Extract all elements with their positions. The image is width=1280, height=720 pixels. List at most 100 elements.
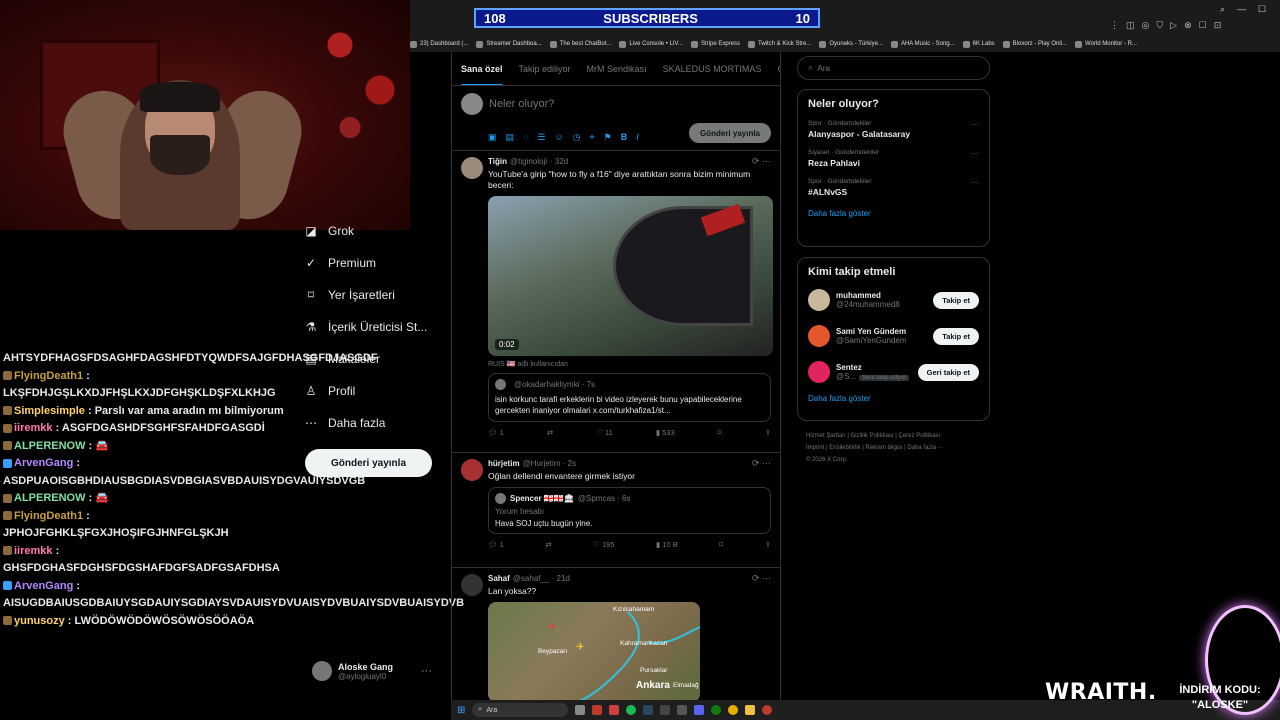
bookmark-icon[interactable]: ⌑ bbox=[719, 540, 723, 549]
bookmark-item[interactable]: Oyuneks - Türkiye... bbox=[819, 40, 883, 48]
taskbar-app-icon[interactable] bbox=[609, 705, 620, 715]
extension-icon[interactable]: ☐ bbox=[1199, 20, 1207, 31]
follow-button[interactable]: Geri takip et bbox=[917, 363, 979, 381]
views-button[interactable]: ▮ 533 bbox=[656, 428, 675, 437]
trend-item[interactable]: Spor · Gündemdekiler Alanyaspor - Galatas… bbox=[798, 114, 989, 143]
quoted-tweet[interactable]: @okadarhakliymki · 7s isin korkunc taraf… bbox=[488, 373, 771, 422]
tab[interactable]: Takip ediliyor bbox=[519, 64, 571, 74]
chat-username[interactable]: iiremkk bbox=[14, 545, 53, 557]
sidebar-item-profil[interactable]: ♙ Profil bbox=[304, 375, 449, 407]
footer-link[interactable]: Çerez Politikası bbox=[899, 433, 941, 439]
more-icon[interactable]: ⟳ ··· bbox=[752, 458, 771, 469]
schedule-icon[interactable]: ◷ bbox=[573, 132, 581, 143]
more-icon[interactable]: ··· bbox=[971, 149, 979, 158]
bookmark-item[interactable]: 23) Dashboard (... bbox=[410, 40, 468, 48]
bookmark-item[interactable]: Streamer Dashboa... bbox=[476, 40, 542, 48]
poll-icon[interactable]: ☰ bbox=[537, 132, 545, 143]
post-button[interactable]: Gönderi yayınla bbox=[305, 449, 432, 477]
tab[interactable]: Oyun bbox=[777, 64, 780, 74]
tab[interactable]: MrM Sendikası bbox=[587, 64, 647, 74]
sidebar-item-yer-i-aretleri[interactable]: ⌑ Yer İşaretleri bbox=[304, 279, 449, 311]
tab[interactable]: Sana özel bbox=[461, 64, 503, 85]
quoted-tweet[interactable]: Ѕpencer 🇬🇪🇬🇪🏛 @Spmcas · 6s Yorum hesabı … bbox=[488, 487, 771, 534]
follow-suggestion[interactable]: Sami Yen Gündem @SamiYenGundem Takip et bbox=[798, 318, 989, 354]
windows-start-icon[interactable]: ⊞ bbox=[457, 705, 465, 716]
trend-item[interactable]: Siyaset · Gündemdekiler Reza Pahlavi ··· bbox=[798, 143, 989, 172]
spotify-icon[interactable] bbox=[626, 705, 637, 715]
bookmark-item[interactable]: Live Console • LIV... bbox=[619, 40, 683, 48]
epic-icon[interactable] bbox=[660, 705, 671, 715]
bookmark-item[interactable]: AHA Music - Song... bbox=[890, 40, 955, 48]
footer-link[interactable]: Reklam bilgisi bbox=[866, 445, 903, 451]
bookmark-item[interactable]: World Monitor - R... bbox=[1075, 40, 1137, 48]
compose-post-button[interactable]: Gönderi yayınla bbox=[689, 123, 771, 143]
sidebar-item-daha-fazla[interactable]: ⋯ Daha fazla bbox=[304, 407, 449, 439]
follow-suggestion[interactable]: muhammed @24muhammed8 Takip et bbox=[798, 282, 989, 318]
more-icon[interactable]: ··· bbox=[971, 178, 979, 187]
tweet-author[interactable]: Tiğin bbox=[488, 157, 507, 166]
retweet-icon[interactable]: ⇄ bbox=[547, 428, 553, 437]
minimize-icon[interactable]: — bbox=[1237, 4, 1246, 15]
account-switcher[interactable]: Aloske Gang @aylogluayl0 ··· bbox=[312, 657, 452, 685]
trend-item[interactable]: Spor · Gündemdekiler #ALNvGS ··· bbox=[798, 172, 989, 201]
search-icon[interactable]: ⌕ bbox=[1220, 4, 1225, 15]
tweet[interactable]: Tiğin @tiginoloji · 32d ⟳ ··· YouTube'a … bbox=[452, 151, 780, 453]
play-icon[interactable]: ▷ bbox=[1170, 20, 1177, 31]
show-more-link[interactable]: Daha fazla göster bbox=[798, 201, 989, 226]
xbox-icon[interactable] bbox=[711, 705, 722, 715]
like-button[interactable]: ♡ 195 bbox=[593, 540, 614, 549]
share-icon[interactable]: ⇪ bbox=[765, 540, 771, 549]
follow-suggestion[interactable]: Sentez @S... Seni takip ediyor Geri takip e… bbox=[798, 354, 989, 390]
footer-link[interactable]: Gizlilik Politikası bbox=[851, 433, 894, 439]
follow-button[interactable]: Takip et bbox=[933, 291, 979, 309]
shield-icon[interactable]: ⛉ bbox=[1156, 20, 1163, 31]
tweet-video[interactable]: 0:02 bbox=[488, 196, 773, 356]
bookmark-item[interactable]: 6K Labs bbox=[962, 40, 995, 48]
chat-username[interactable]: yunusozy bbox=[14, 615, 65, 627]
tweet-author[interactable]: hürjetim bbox=[488, 459, 520, 468]
footer-link[interactable]: Erişilebilirlik bbox=[829, 445, 860, 451]
chat-username[interactable]: Simplesimple bbox=[14, 405, 85, 417]
chat-username[interactable]: ArvenGang bbox=[14, 580, 73, 592]
tweet[interactable]: hürjetim @Hurjetim · 2s ⟳ ··· Oğlan dell… bbox=[452, 453, 780, 568]
footer-link[interactable]: Daha fazla ··· bbox=[907, 445, 943, 451]
gif-icon[interactable]: ▤ bbox=[506, 132, 515, 143]
bold-icon[interactable]: B bbox=[621, 132, 628, 143]
taskbar-app-icon[interactable] bbox=[592, 705, 603, 715]
chat-username[interactable]: ArvenGang bbox=[14, 457, 73, 469]
extension-icon[interactable]: ⋮ bbox=[1110, 20, 1119, 31]
tab[interactable]: SKALEDUS MORTIMAS bbox=[663, 64, 762, 74]
bookmark-item[interactable]: Bloxorz - Play Onli... bbox=[1002, 40, 1067, 48]
follow-button[interactable]: Takip et bbox=[933, 327, 979, 345]
retweet-icon[interactable]: ⇄ bbox=[545, 540, 551, 549]
italic-icon[interactable]: I bbox=[636, 132, 639, 143]
extension-icon[interactable]: ⊡ bbox=[1214, 20, 1222, 31]
more-icon[interactable]: ⟳ ··· bbox=[752, 573, 771, 584]
views-button[interactable]: ▮ 10 B bbox=[656, 540, 678, 549]
share-icon[interactable]: ⇪ bbox=[765, 428, 771, 437]
taskbar-search[interactable]: ⌕ Ara bbox=[472, 703, 569, 717]
bookmark-item[interactable]: The best ChatBot... bbox=[549, 40, 611, 48]
footer-link[interactable]: Hizmet Şartları bbox=[806, 433, 846, 439]
chat-username[interactable]: FlyingDeath1 bbox=[14, 510, 83, 522]
emoji-icon[interactable]: ☺ bbox=[554, 132, 563, 143]
sidebar-item-grok[interactable]: ◪ Grok bbox=[304, 215, 449, 247]
maximize-icon[interactable]: ☐ bbox=[1258, 4, 1266, 15]
taskbar-app-icon[interactable] bbox=[694, 705, 705, 715]
taskbar-app-icon[interactable] bbox=[677, 705, 688, 715]
chat-username[interactable]: iiremkk bbox=[14, 422, 53, 434]
reply-button[interactable]: 💬︎ 1 bbox=[488, 428, 504, 437]
sidebar-item-makaleler[interactable]: ▤ Makaleler bbox=[304, 343, 449, 375]
like-button[interactable]: ♡ 11 bbox=[596, 428, 613, 437]
image-icon[interactable]: ▣ bbox=[488, 132, 497, 143]
chat-username[interactable]: ALPERENOW bbox=[14, 440, 86, 452]
tweet-author[interactable]: Sahaf bbox=[488, 574, 510, 583]
flag-icon[interactable]: ⚑ bbox=[604, 132, 612, 143]
taskbar-app-icon[interactable] bbox=[762, 705, 773, 715]
steam-icon[interactable] bbox=[643, 705, 654, 715]
more-icon[interactable]: ··· bbox=[971, 120, 979, 129]
taskbar-app-icon[interactable] bbox=[575, 705, 586, 715]
more-icon[interactable]: ⟳ ··· bbox=[752, 156, 771, 167]
footer-link[interactable]: © 2026 X Corp. bbox=[806, 457, 847, 463]
tweet[interactable]: Sahaf @sahaf__ · 21d ⟳ ··· Lan yoksa?? K… bbox=[452, 568, 780, 700]
